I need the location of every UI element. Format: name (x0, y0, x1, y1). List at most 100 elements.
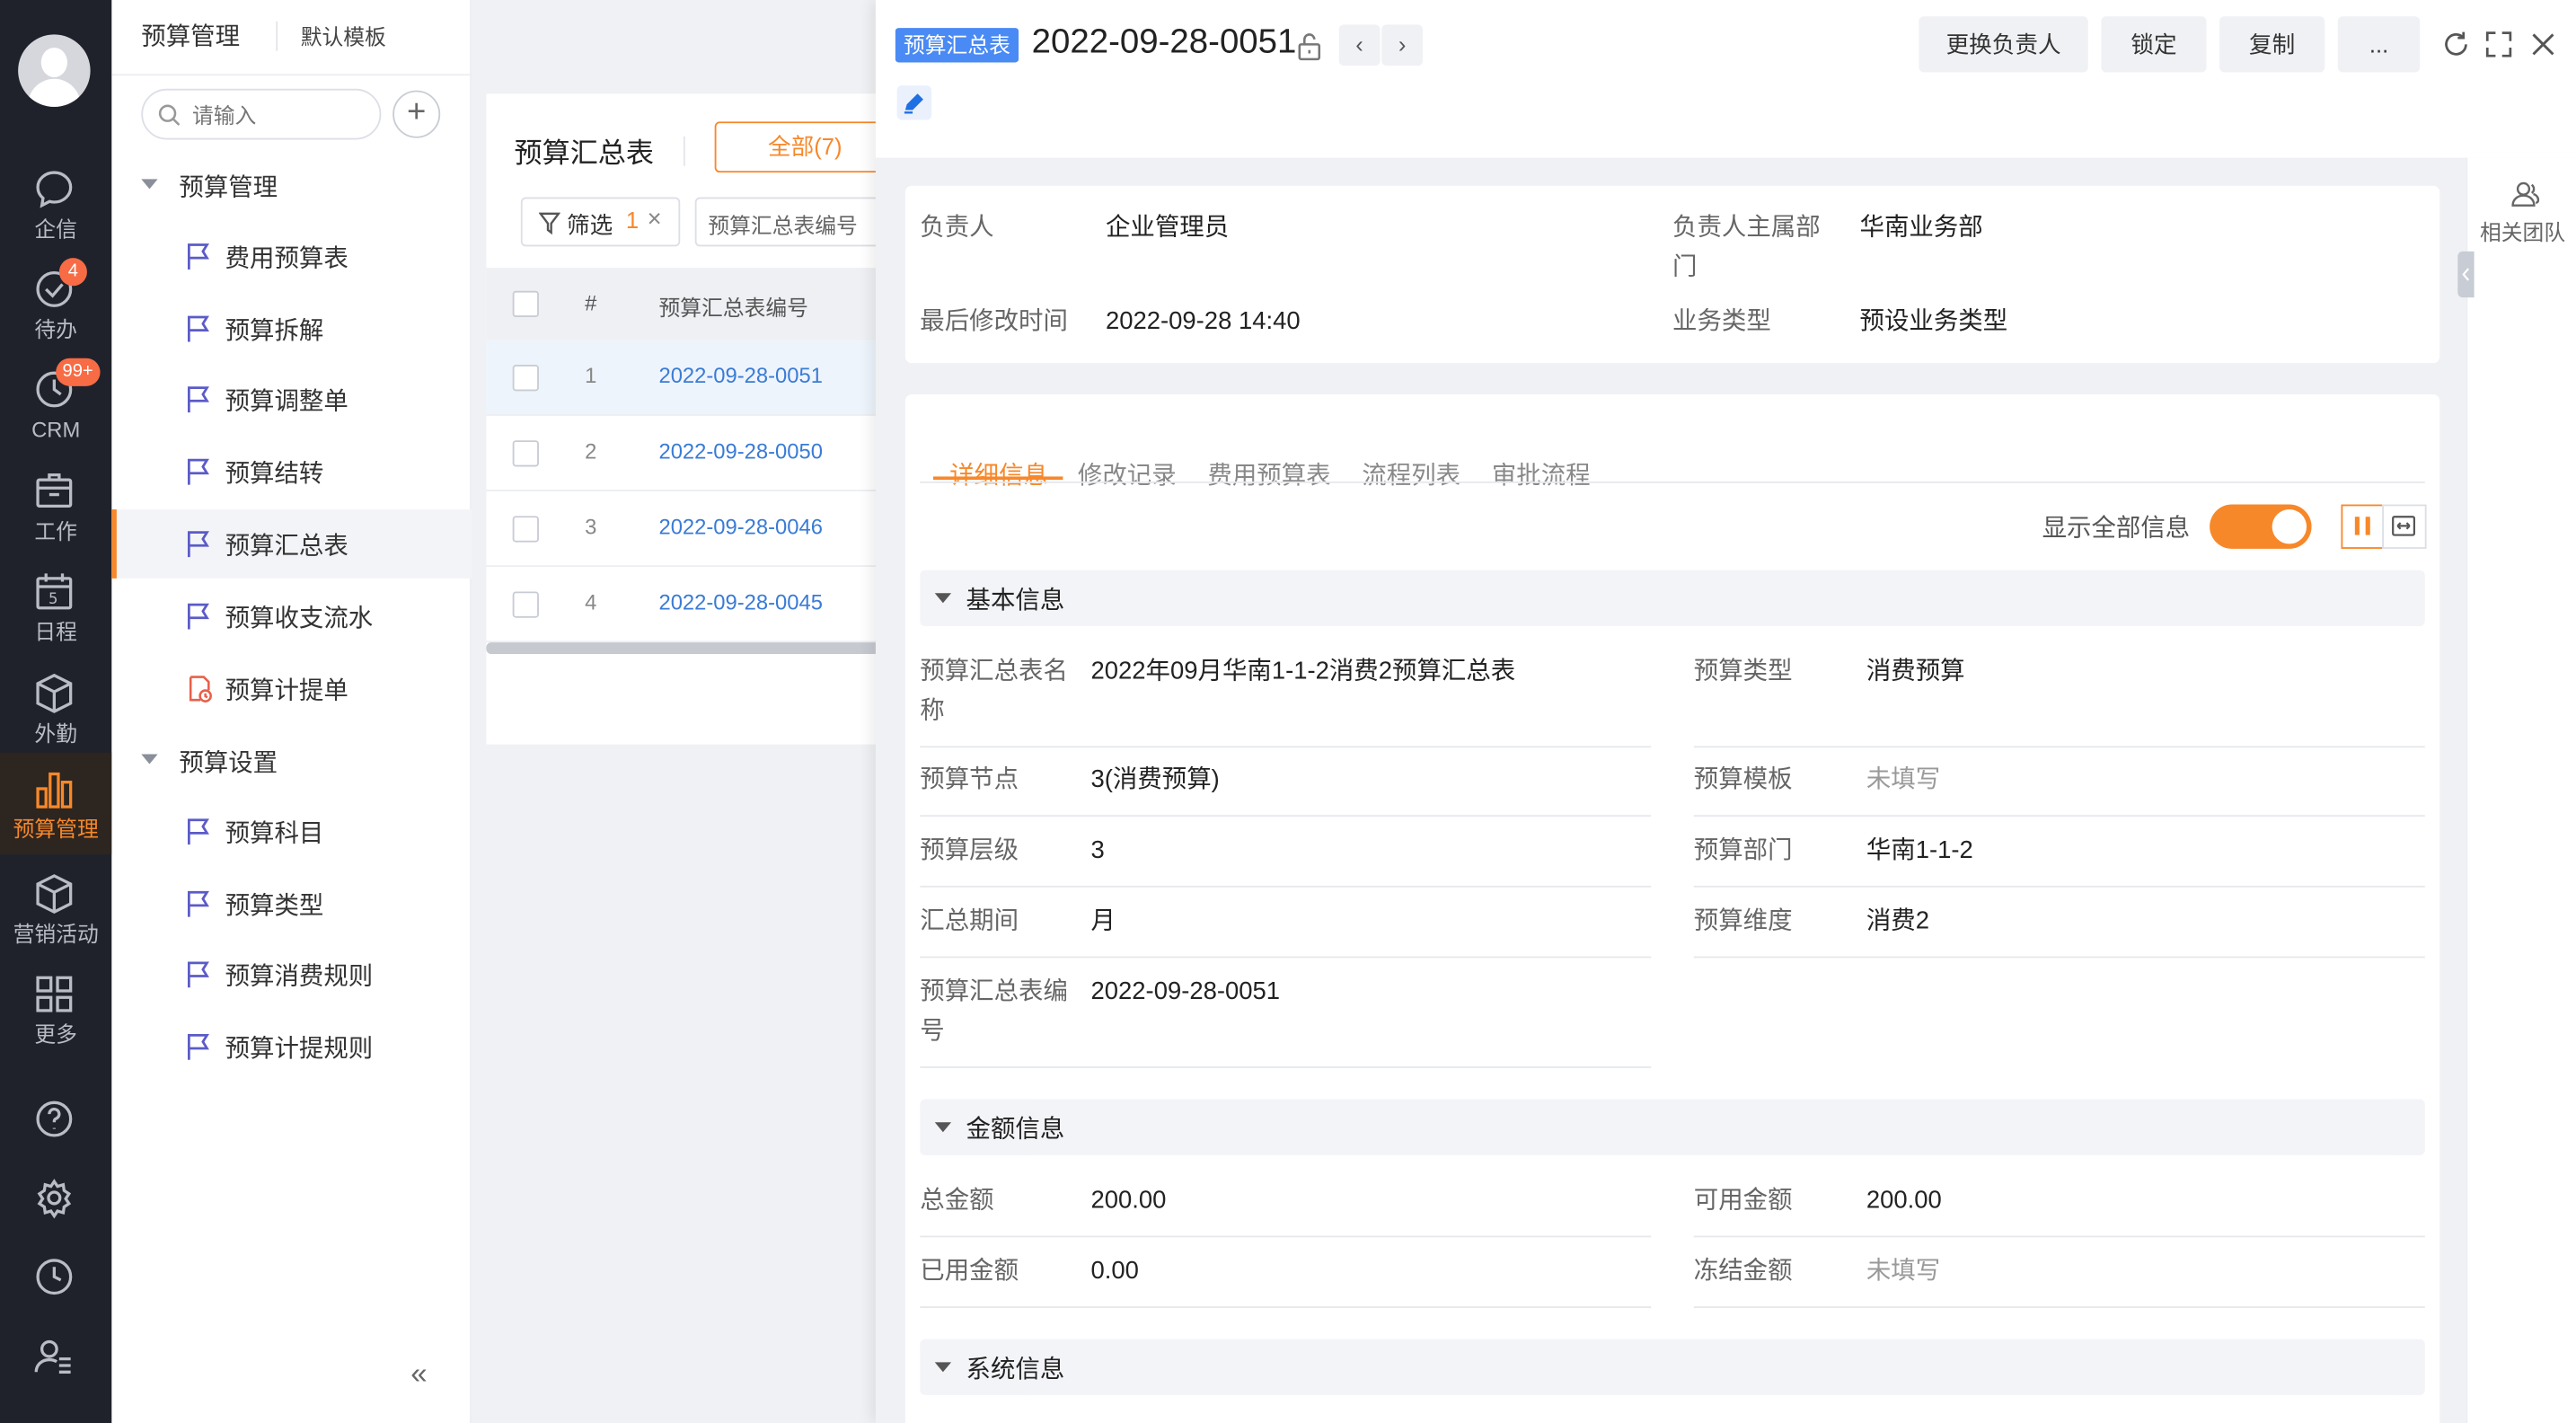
change-owner-button[interactable]: 更换负责人 (1919, 16, 2088, 73)
edit-tag-button[interactable] (896, 85, 932, 120)
clear-filter-icon[interactable]: × (648, 206, 662, 234)
row-index: 1 (585, 363, 597, 388)
nav-item-budget-accrual[interactable]: 预算计提单 (111, 654, 472, 723)
row-code-link[interactable]: 2022-09-28-0050 (658, 438, 822, 463)
scene-all-button[interactable]: 全部(7) (714, 121, 895, 173)
nav-item-budget-summary[interactable]: 预算汇总表 (111, 509, 472, 579)
filter-label: 筛选 (567, 211, 613, 239)
owner-label: 负责人 (920, 213, 994, 242)
nav-item-expense-budget[interactable]: 费用预算表 (111, 222, 472, 291)
row-index: 3 (585, 514, 597, 539)
rail-item-messages[interactable]: 企信 (0, 158, 111, 253)
chevron-left-icon (2462, 268, 2470, 281)
user-list-icon[interactable] (33, 1334, 76, 1377)
rail-label: 工作 (34, 518, 77, 544)
rail-item-calendar[interactable]: 5 日程 (0, 561, 111, 656)
collapse-nav-button[interactable]: « (410, 1357, 427, 1392)
prev-record-button[interactable]: ‹ (1338, 24, 1381, 66)
nav-search[interactable] (141, 88, 382, 140)
divider (920, 481, 2425, 483)
rail-item-work[interactable]: 工作 (0, 460, 111, 555)
nav-item-budget-adjust[interactable]: 预算调整单 (111, 365, 472, 434)
row-checkbox[interactable] (512, 516, 539, 543)
nav-item-budget-type[interactable]: 预算类型 (111, 870, 472, 939)
gear-icon[interactable] (33, 1177, 76, 1220)
table-row[interactable]: 1 2022-09-28-0051 (486, 340, 881, 416)
lock-button[interactable]: 锁定 (2101, 16, 2207, 73)
nav-item-label: 预算类型 (225, 892, 324, 921)
row-code-link[interactable]: 2022-09-28-0046 (658, 515, 822, 539)
copy-button[interactable]: 复制 (2219, 16, 2325, 73)
divider (683, 136, 685, 166)
refresh-icon[interactable] (2441, 30, 2471, 59)
rail-item-budget[interactable]: 预算管理 (0, 752, 112, 855)
filter-button[interactable]: 筛选 1 × (520, 197, 681, 247)
more-button[interactable]: ... (2337, 16, 2421, 73)
two-column-layout-button[interactable] (2341, 504, 2386, 549)
side-panel-toggle[interactable] (2457, 251, 2475, 298)
nav-item-consume-rule[interactable]: 预算消费规则 (111, 940, 472, 1009)
horizontal-scrollbar[interactable] (486, 642, 881, 654)
section-basic-info[interactable]: 基本信息 (920, 570, 2425, 626)
show-all-toggle[interactable] (2210, 504, 2312, 549)
grid-icon (36, 976, 73, 1012)
tab-approval-flow[interactable]: 审批流程 (1492, 456, 1591, 491)
select-all-checkbox[interactable] (512, 290, 539, 318)
related-team-label: 相关团队 (2479, 220, 2566, 245)
row-checkbox[interactable] (512, 440, 539, 467)
table-row[interactable]: 3 2022-09-28-0046 (486, 491, 881, 568)
close-icon[interactable] (2528, 30, 2558, 59)
tab-expense-budget[interactable]: 费用预算表 (1207, 456, 1330, 491)
section-system-info[interactable]: 系统信息 (920, 1339, 2425, 1395)
rail-item-crm[interactable]: 99+ CRM (0, 358, 111, 454)
rail-item-marketing[interactable]: 营销活动 (0, 862, 111, 958)
nav-item-budget-split[interactable]: 预算拆解 (111, 294, 472, 363)
field-label: 预算模板 (1693, 765, 1793, 794)
biz-type-label: 业务类型 (1672, 307, 1771, 336)
nav-item-accrual-rule[interactable]: 预算计提规则 (111, 1012, 472, 1082)
rail-label: 预算管理 (13, 817, 99, 842)
rail-item-todo[interactable]: 4 待办 (0, 258, 111, 353)
flag-icon (187, 243, 209, 270)
row-checkbox[interactable] (512, 365, 539, 392)
flag-icon (187, 458, 209, 485)
show-all-label: 显示全部信息 (2042, 514, 2191, 543)
field-value: 月 (1090, 906, 1116, 935)
field-value: 3 (1090, 836, 1105, 865)
search-field-select[interactable]: 预算汇总表编号 (694, 197, 893, 247)
avatar[interactable] (18, 34, 91, 107)
row-code-link[interactable]: 2022-09-28-0045 (658, 590, 822, 614)
field-label: 预算层级 (920, 836, 1019, 865)
column-code[interactable]: 预算汇总表编号 (658, 291, 807, 323)
unlock-icon[interactable] (1294, 31, 1324, 61)
owner-value[interactable]: 企业管理员 (1106, 208, 1229, 248)
next-record-button[interactable]: › (1381, 24, 1424, 66)
rail-item-more[interactable]: 更多 (0, 963, 111, 1058)
section-amount-info[interactable]: 金额信息 (920, 1099, 2425, 1155)
rail-item-field[interactable]: 外勤 (0, 662, 111, 757)
one-column-layout-button[interactable] (2382, 504, 2427, 549)
add-button[interactable]: + (393, 90, 441, 138)
related-team-button[interactable]: 相关团队 (2467, 178, 2576, 247)
template-selector[interactable]: 默认模板 (301, 20, 386, 51)
expand-icon[interactable] (2484, 30, 2514, 59)
nav-item-label: 预算计提规则 (225, 1035, 374, 1064)
detail-card: 详细信息 修改记录 费用预算表 流程列表 审批流程 显示全部信息 基本信息 预算… (904, 393, 2440, 1423)
divider (920, 885, 1652, 888)
tab-details[interactable]: 详细信息 (949, 456, 1048, 491)
field-value: 3(消费预算) (1090, 765, 1220, 794)
tab-change-log[interactable]: 修改记录 (1078, 456, 1177, 491)
nav-item-budget-carryover[interactable]: 预算结转 (111, 438, 472, 507)
help-icon[interactable] (33, 1098, 76, 1141)
nav-search-input[interactable] (192, 100, 370, 130)
table-row[interactable]: 2 2022-09-28-0050 (486, 416, 881, 491)
nav-item-label: 预算汇总表 (225, 532, 348, 561)
table-row[interactable]: 4 2022-09-28-0045 (486, 567, 881, 643)
tab-flow-list[interactable]: 流程列表 (1362, 456, 1460, 491)
detail-header: 预算汇总表 2022-09-28-0051 ‹ › 更换负责人 锁定 复制 ..… (875, 0, 2576, 158)
nav-item-budget-subject[interactable]: 预算科目 (111, 797, 472, 866)
row-code-link[interactable]: 2022-09-28-0051 (658, 363, 822, 387)
history-icon[interactable] (33, 1255, 76, 1298)
row-checkbox[interactable] (512, 591, 539, 618)
nav-item-budget-flow[interactable]: 预算收支流水 (111, 582, 472, 651)
